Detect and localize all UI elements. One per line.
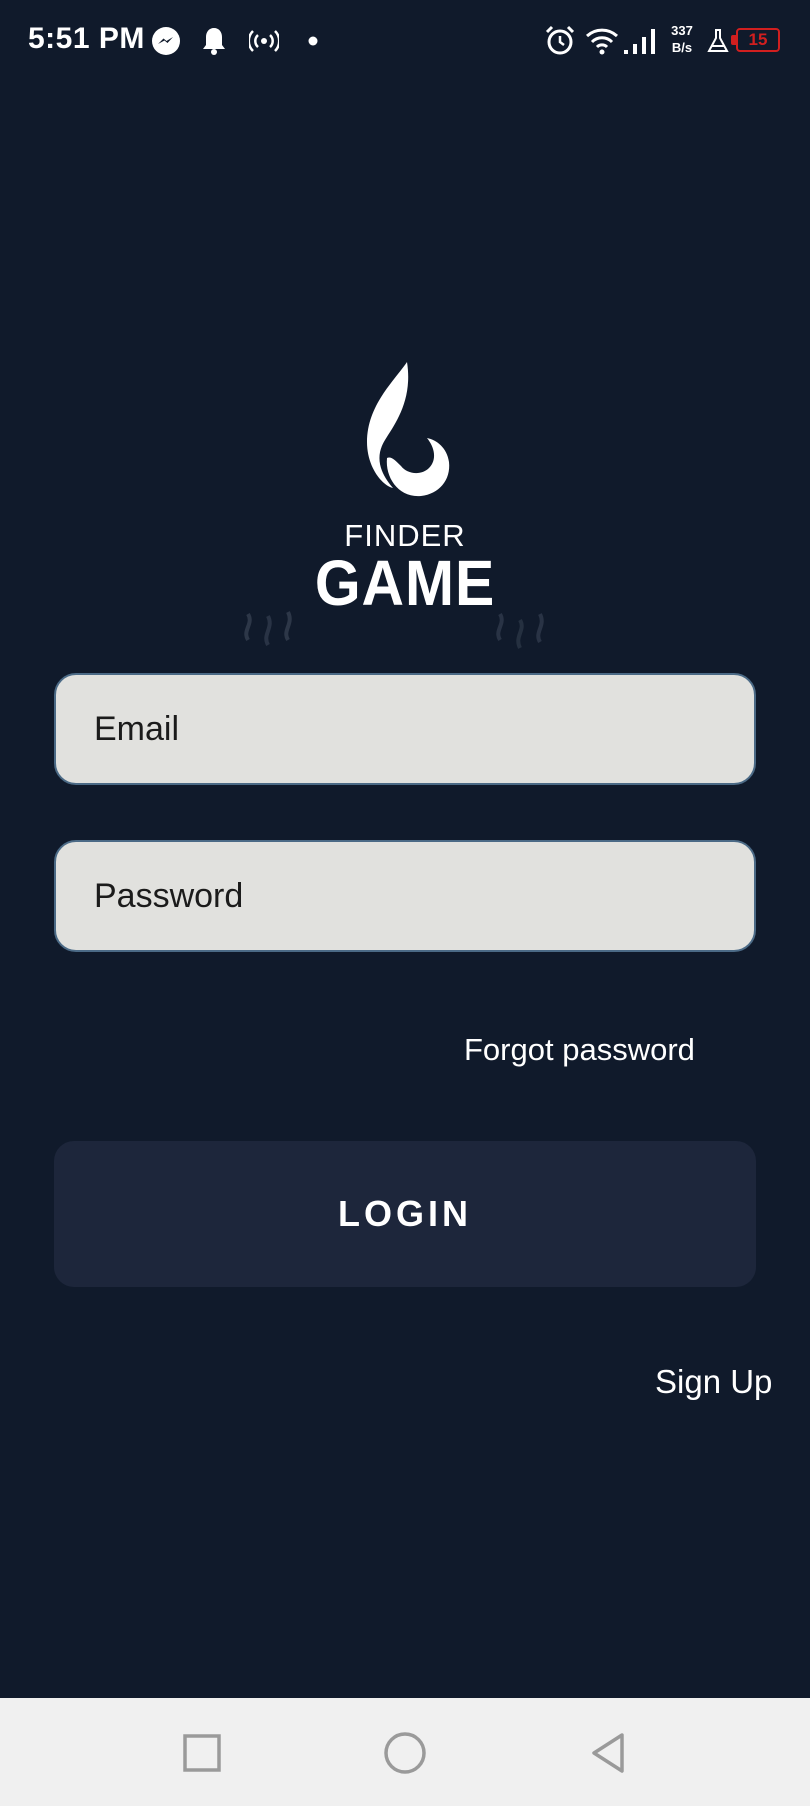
logo-game-text: GAME xyxy=(314,547,496,619)
network-speed: 337 B/s xyxy=(664,22,700,56)
flask-icon xyxy=(706,24,730,58)
navigation-bar xyxy=(0,1698,810,1806)
smoke-left-icon xyxy=(244,611,292,646)
back-icon[interactable] xyxy=(583,1728,633,1778)
messenger-icon xyxy=(150,24,182,58)
alarm-icon xyxy=(543,24,577,58)
password-field[interactable] xyxy=(54,840,756,952)
forgot-password-link[interactable]: Forgot password xyxy=(464,1032,695,1068)
battery-level: 15 xyxy=(748,30,768,49)
status-bar: 5:51 PM 337 B/s 15 xyxy=(0,0,810,84)
email-field[interactable] xyxy=(54,673,756,785)
recent-apps-icon[interactable] xyxy=(177,1728,227,1778)
login-button[interactable]: LOGIN xyxy=(54,1141,756,1287)
hotspot-icon xyxy=(248,24,280,58)
password-input[interactable] xyxy=(92,875,754,917)
status-time: 5:51 PM xyxy=(28,22,145,55)
app-logo: FINDER GAME xyxy=(0,360,810,660)
flame-logo-icon xyxy=(367,362,450,497)
home-icon[interactable] xyxy=(380,1728,430,1778)
signal-icon xyxy=(622,24,658,58)
dot-icon xyxy=(306,24,320,58)
notification-bell-icon xyxy=(200,24,228,58)
network-speed-value: 337 xyxy=(671,23,693,38)
network-speed-unit: B/s xyxy=(671,40,693,55)
email-input[interactable] xyxy=(92,708,754,750)
smoke-right-icon xyxy=(496,612,544,649)
battery-icon: 15 xyxy=(736,28,780,52)
wifi-icon xyxy=(584,24,620,58)
sign-up-link[interactable]: Sign Up xyxy=(655,1363,772,1401)
